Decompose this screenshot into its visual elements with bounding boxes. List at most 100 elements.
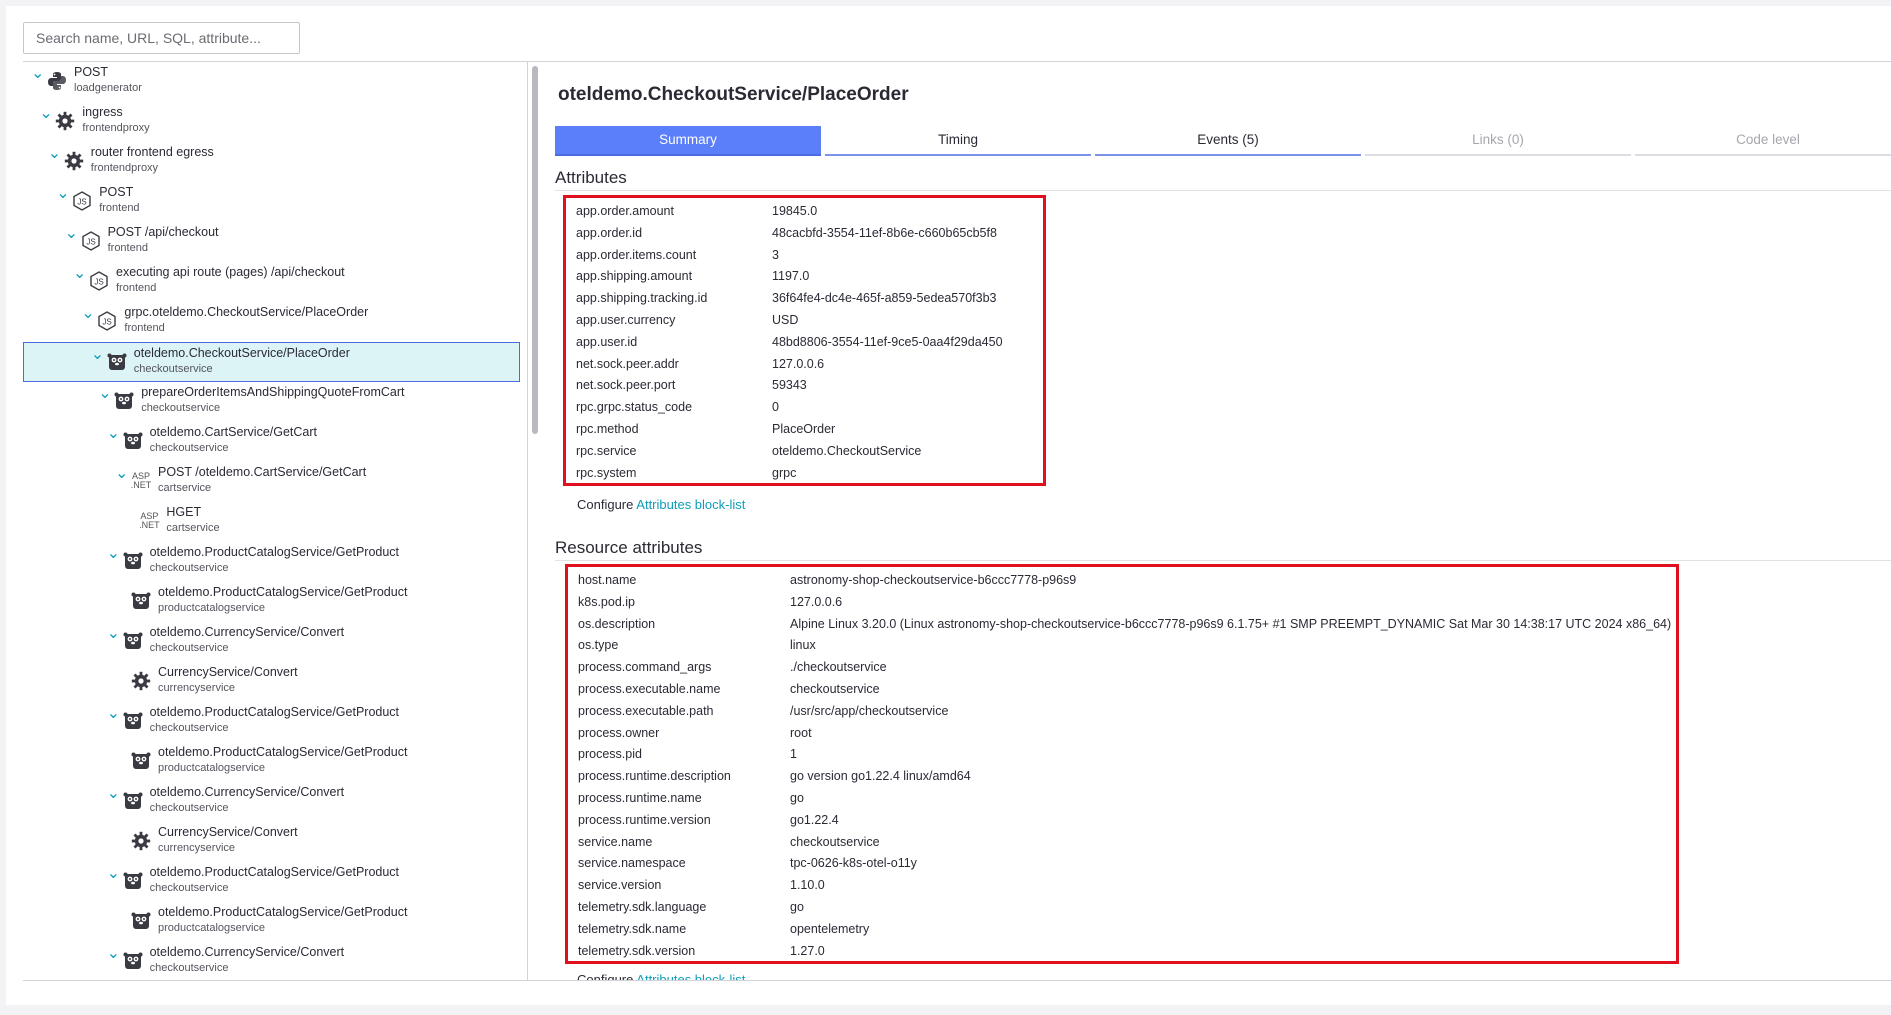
tree-node[interactable]: ⌄ router frontend egress frontendproxy	[23, 142, 520, 182]
tree-node-name: ingress	[82, 105, 123, 119]
attribute-value: 1.27.0	[790, 943, 825, 958]
chevron-down-icon[interactable]: ⌄	[107, 786, 120, 802]
tree-node[interactable]: ⌄ oteldemo.CartService/GetCart checkoutser…	[23, 422, 520, 462]
chevron-down-icon[interactable]: ⌄	[48, 146, 61, 162]
detail-tabs: Summary Timing Events (5) Links (0) Code…	[555, 126, 1891, 156]
tree-node[interactable]: ⌄ oteldemo.ProductCatalogService/GetProdu…	[23, 702, 520, 742]
go-gopher-icon	[122, 430, 144, 452]
tree-node-service: frontend	[99, 202, 140, 214]
nodejs-icon: JS	[96, 310, 118, 332]
attribute-key: process.executable.path	[578, 703, 714, 718]
chevron-down-icon[interactable]: ⌄	[39, 106, 52, 122]
tree-node-service: productcatalogservice	[158, 922, 266, 934]
nodejs-icon: JS	[80, 230, 102, 252]
chevron-down-icon[interactable]: ⌄	[107, 626, 120, 642]
attribute-key: rpc.service	[576, 443, 637, 458]
chevron-down-icon[interactable]: ⌄	[73, 266, 86, 282]
tree-node-service: checkoutservice	[141, 402, 221, 414]
tree-node-name: prepareOrderItemsAndShippingQuoteFromCar…	[141, 385, 405, 399]
chevron-down-icon[interactable]: ⌄	[107, 946, 120, 962]
tab-timing[interactable]: Timing	[825, 126, 1091, 156]
tree-node-selected[interactable]: ⌄ oteldemo.CheckoutService/PlaceOrder chec…	[23, 342, 520, 382]
gear-icon	[130, 670, 152, 692]
tree-node-service: loadgenerator	[74, 82, 142, 94]
tree-node[interactable]: ⌄ JS grpc.oteldemo.CheckoutService/PlaceOr…	[23, 302, 520, 342]
attribute-key: process.pid	[578, 747, 642, 762]
tree-node[interactable]: ⌄ ASP .NET POST /oteldemo.CartService/GetCa…	[23, 462, 520, 502]
tree-node[interactable]: ⌄ ingress frontendproxy	[23, 102, 520, 142]
attribute-value: linux	[790, 638, 816, 653]
tree-node[interactable]: oteldemo.ProductCatalogService/GetProduc…	[23, 742, 520, 782]
go-gopher-icon	[122, 870, 144, 892]
attribute-value: PlaceOrder	[772, 422, 836, 436]
chevron-down-icon[interactable]: ⌄	[65, 226, 78, 242]
tree-node[interactable]: ⌄ oteldemo.CurrencyService/Convert checkou…	[23, 622, 520, 662]
tree-node[interactable]: ⌄ oteldemo.CurrencyService/Convert checkou…	[23, 942, 520, 979]
panel-divider[interactable]	[527, 62, 528, 980]
tree-node-name: HGET	[166, 505, 202, 519]
attribute-key: service.version	[578, 878, 662, 893]
gear-icon	[130, 830, 152, 852]
attribute-value: opentelemetry	[790, 921, 870, 936]
attribute-value: 1197.0	[772, 269, 810, 284]
attributes-blocklist-link[interactable]: Attributes block-list	[636, 497, 745, 512]
attribute-key: service.namespace	[578, 856, 686, 871]
chevron-down-icon[interactable]: ⌄	[31, 66, 44, 82]
span-detail-panel: oteldemo.CheckoutService/PlaceOrder Summ…	[546, 62, 1891, 980]
tree-node[interactable]: ⌄ oteldemo.ProductCatalogService/GetProdu…	[23, 542, 520, 582]
chevron-down-icon[interactable]: ⌄	[91, 347, 104, 363]
attribute-key: process.runtime.description	[578, 769, 731, 784]
tree-node[interactable]: ⌄ JS POST /api/checkout frontend	[23, 222, 520, 262]
divider	[23, 980, 1891, 981]
chevron-down-icon[interactable]: ⌄	[107, 866, 120, 882]
attribute-value: 1.10.0	[790, 878, 825, 893]
tree-node-service: checkoutservice	[149, 562, 229, 574]
tab-links[interactable]: Links (0)	[1365, 126, 1631, 156]
chevron-down-icon[interactable]: ⌄	[98, 386, 111, 402]
configure-row: Configure Attributes block-list	[577, 497, 745, 512]
tree-node-name: oteldemo.ProductCatalogService/GetProduc…	[149, 705, 400, 719]
tab-code-level[interactable]: Code level	[1635, 126, 1891, 156]
tree-node[interactable]: ⌄ JS POST frontend	[23, 182, 520, 222]
attribute-key: k8s.pod.ip	[578, 594, 635, 609]
tree-node[interactable]: ASP .NET HGET cartservice	[23, 502, 520, 542]
attribute-value: checkoutservice	[790, 682, 880, 696]
attribute-value: 59343	[772, 378, 807, 393]
nodejs-icon: JS	[88, 270, 110, 292]
tree-node[interactable]: CurrencyService/Convert currencyservice	[23, 822, 520, 862]
tree-node[interactable]: ⌄ oteldemo.ProductCatalogService/GetProdu…	[23, 862, 520, 902]
attribute-key: process.owner	[578, 725, 660, 740]
search-input[interactable]	[23, 22, 300, 54]
chevron-down-icon[interactable]: ⌄	[107, 546, 120, 562]
tree-node-name: oteldemo.CheckoutService/PlaceOrder	[133, 346, 350, 360]
attribute-value: ./checkoutservice	[790, 660, 887, 675]
attribute-key: net.sock.peer.addr	[576, 356, 679, 371]
tree-node[interactable]: oteldemo.ProductCatalogService/GetProduc…	[23, 902, 520, 942]
attribute-key: process.runtime.name	[578, 791, 702, 805]
tab-summary[interactable]: Summary	[555, 126, 821, 156]
tree-node-service: checkoutservice	[149, 802, 229, 814]
tree-node[interactable]: CurrencyService/Convert currencyservice	[23, 662, 520, 702]
tree-node[interactable]: ⌄ oteldemo.CurrencyService/Convert checkou…	[23, 782, 520, 822]
tree-node[interactable]: ⌄ POST loadgenerator	[23, 62, 520, 102]
svg-text:JS: JS	[86, 238, 95, 247]
resource-configure-row: Configure Attributes block-list	[577, 972, 745, 980]
tree-node[interactable]: ⌄ JS executing api route (pages) /api/chec…	[23, 262, 520, 302]
chevron-down-icon[interactable]: ⌄	[107, 706, 120, 722]
tree-node[interactable]: oteldemo.ProductCatalogService/GetProduc…	[23, 582, 520, 622]
go-gopher-icon	[113, 390, 135, 412]
attribute-value: 3	[772, 247, 779, 262]
attribute-value: astronomy-shop-checkoutservice-b6ccc7778…	[790, 573, 1077, 587]
attribute-value: root	[790, 725, 812, 740]
resource-blocklist-link[interactable]: Attributes block-list	[636, 972, 745, 980]
tree-node[interactable]: ⌄ prepareOrderItemsAndShippingQuoteFromCa…	[23, 382, 520, 422]
chevron-down-icon[interactable]: ⌄	[115, 466, 128, 482]
chevron-down-icon[interactable]: ⌄	[56, 186, 69, 202]
chevron-down-icon[interactable]: ⌄	[107, 426, 120, 442]
tab-events[interactable]: Events (5)	[1095, 126, 1361, 156]
attribute-value: tpc-0626-k8s-otel-o11y	[790, 856, 917, 871]
chevron-down-icon[interactable]: ⌄	[81, 306, 94, 322]
go-gopher-icon	[122, 550, 144, 572]
tree-scrollbar[interactable]	[532, 66, 538, 434]
attribute-key: os.description	[578, 616, 656, 631]
